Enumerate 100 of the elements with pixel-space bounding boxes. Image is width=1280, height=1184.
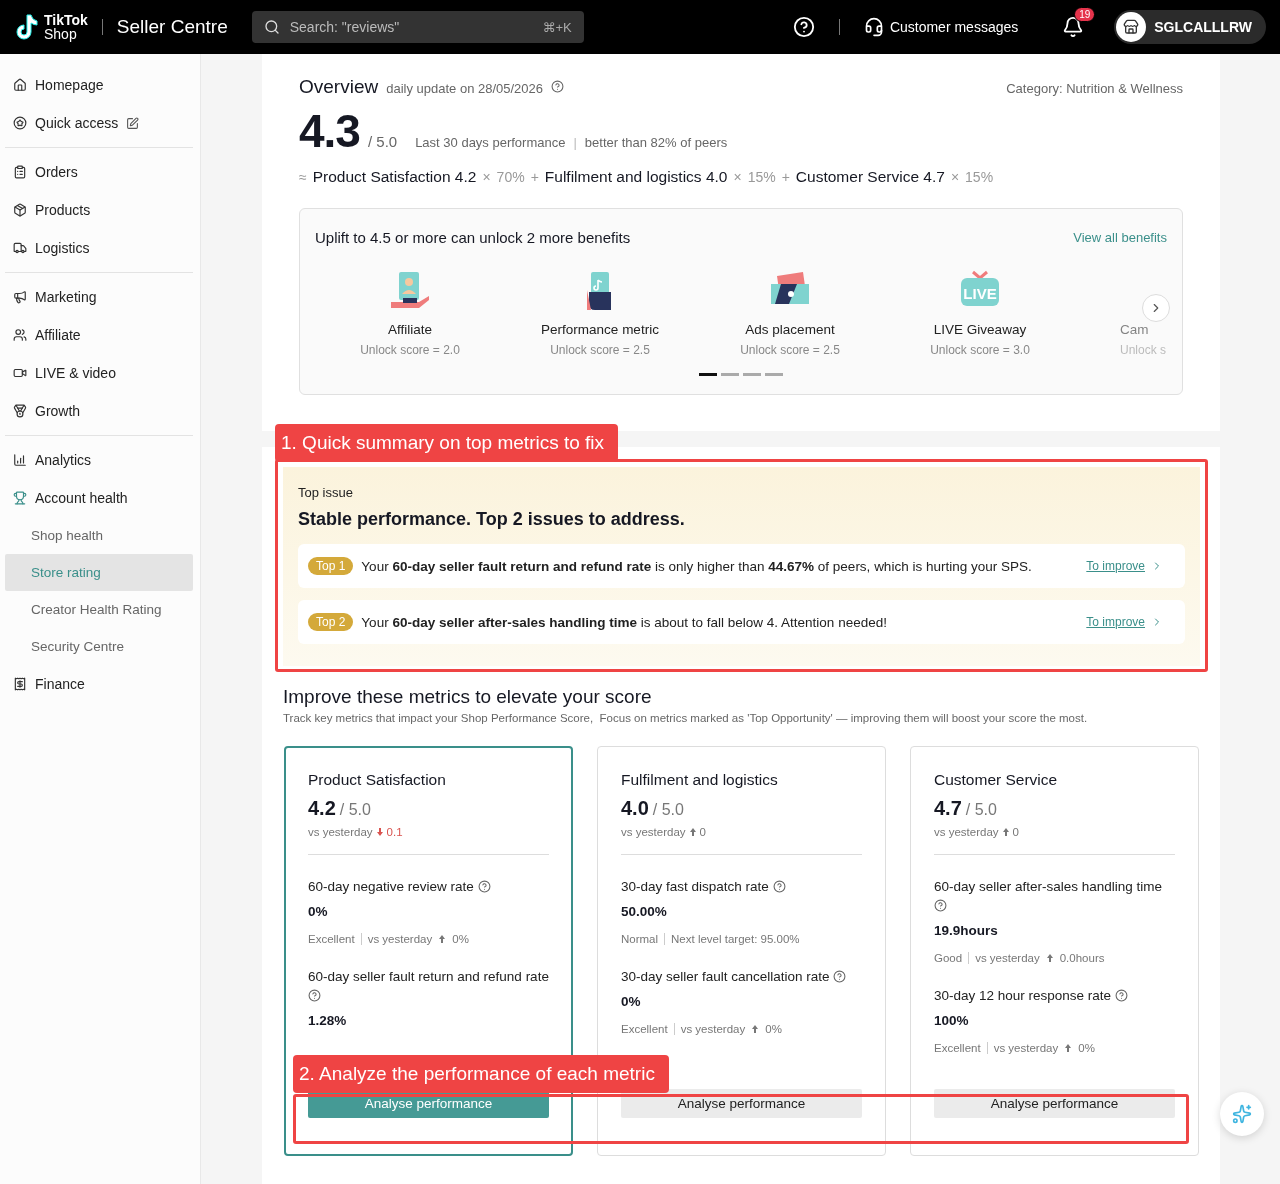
annotation-label: 2. Analyze the performance of each metric [293,1055,669,1093]
receipt-icon [13,677,27,691]
sidebar-item[interactable]: Logistics [5,229,193,267]
sidebar-item[interactable]: Quick access [5,104,193,142]
view-all-benefits-link[interactable]: View all benefits [1073,230,1167,245]
benefit-name: Ads placement [745,322,835,337]
metric-note: vs yesterday [367,933,433,945]
metric-change: 0.0hours [1059,952,1105,964]
metric-note: vs yesterday [975,952,1040,964]
metric-value: 50.00% [621,904,668,919]
brand-logo-text: TikTok Shop [44,13,88,41]
score-max: / 5.0 [965,801,997,819]
sidebar-item[interactable]: Orders [5,153,193,191]
annotation-label: 1. Quick summary on top metrics to fix [275,424,619,462]
sidebar-subitem[interactable]: Security Centre [5,628,193,665]
sidebar-subitem[interactable]: Shop health [5,517,193,554]
help-icon[interactable] [551,80,565,93]
score-change: 0 [699,826,706,838]
metric-note: vs yesterday [993,1042,1059,1054]
sidebar-item[interactable]: Marketing [5,278,193,316]
store-avatar [1116,12,1147,42]
metric-name: 30-day fast dispatch rate [621,877,862,896]
score-term: Customer Service 4.7 [795,168,945,186]
search-bar[interactable]: Search: "reviews" ⌘+K [251,11,584,43]
app-title: Seller Centre [116,16,228,38]
peer-comparison: better than 82% of peers [584,135,728,150]
account-button[interactable]: SGLCALLLRW [1114,10,1266,44]
help-icon[interactable] [477,880,491,893]
customer-messages-button[interactable]: Customer messages [863,17,1019,37]
overall-score: 4.3 [299,104,360,158]
help-button[interactable] [792,16,815,38]
music-note-logo-icon [14,13,40,41]
search-icon [263,19,280,35]
metric-card[interactable]: Customer Service 4.7 / 5.0 vs yesterday 0 60-day seller after-sales handling time 19.9hours Good vs yesterday 0.0hours 30-day 12 hour response rate 100% Excellent vs yesterday 0% Analyse performance [910,746,1199,1156]
sparkle-icon [1232,1104,1252,1124]
help-icon[interactable] [1114,989,1128,1002]
metric-note: Next level target: 95.00% [671,933,800,945]
score-max: / 5.0 [367,133,398,150]
up-arrow-icon [1001,828,1010,836]
help-icon[interactable] [308,989,321,1002]
card-title: Customer Service [934,771,1059,789]
medal-icon [13,404,27,418]
to-improve-link[interactable]: To improve [1086,559,1163,573]
metric-value: 0% [621,994,642,1009]
metric-change: 0% [765,1023,782,1035]
period-label: Last 30 days performance [415,135,566,150]
sidebar-item[interactable]: LIVE & video [5,354,193,392]
up-arrow-icon [751,1025,760,1033]
metric-status: Excellent [308,933,355,945]
metric-value: 19.9hours [934,923,999,938]
analyse-performance-button[interactable]: Analyse performance [621,1089,862,1118]
weight-label: 15% [747,169,776,185]
operator-symbol: × [482,169,491,185]
star-icon [13,116,27,130]
users-icon [13,328,27,342]
operator-symbol: + [781,169,790,185]
operator-symbol: + [530,169,539,185]
edit-icon[interactable] [126,116,140,130]
clipboard-icon [13,165,27,179]
down-arrow-icon [375,828,384,836]
metric-note: vs yesterday [680,1023,746,1035]
analyse-performance-button[interactable]: Analyse performance [934,1089,1175,1118]
operator-symbol: × [733,169,742,185]
metric-name: 60-day negative review rate [308,877,549,896]
help-icon[interactable] [772,880,786,893]
help-icon[interactable] [833,970,847,983]
sidebar-item[interactable]: Finance [5,665,193,703]
issue-headline: Stable performance. Top 2 issues to address. [298,509,686,530]
overview-title: Overview [299,76,379,98]
unlock-score: Unlock s [1120,343,1166,357]
score-change: 0 [1012,826,1019,838]
help-icon[interactable] [934,899,947,912]
unlock-score: Unlock score = 2.5 [550,343,650,357]
metric-status: Excellent [934,1042,981,1054]
update-note: daily update on 28/05/2026 [386,81,544,96]
metric-value: 0% [308,904,329,919]
up-arrow-icon [1045,954,1054,962]
sidebar-item[interactable]: Growth [5,392,193,430]
metric-status: Good [934,952,963,964]
score-max: / 5.0 [339,801,371,819]
sidebar-subitem[interactable]: Creator Health Rating [5,591,193,628]
sidebar-item[interactable]: Account health [5,479,193,517]
video-icon [13,366,27,380]
section-title: Improve these metrics to elevate your score [283,686,653,708]
sidebar-item[interactable]: Affiliate [5,316,193,354]
category-label: Category: Nutrition & Wellness [1006,81,1183,96]
metric-change: 0% [1078,1042,1095,1054]
card-title: Product Satisfaction [308,771,447,789]
card-score: 4.0 [621,797,649,820]
chart-icon [13,453,27,467]
sidebar-item[interactable]: Homepage [5,66,193,104]
sidebar-item[interactable]: Analytics [5,441,193,479]
card-score: 4.7 [934,797,962,820]
metric-name: 30-day seller fault cancellation rate [621,967,862,986]
unlock-score: Unlock score = 2.0 [360,343,460,357]
notifications-button[interactable] [1062,16,1085,38]
search-input[interactable]: Search: "reviews" [287,18,535,36]
sidebar-item[interactable]: Products [5,191,193,229]
to-improve-link[interactable]: To improve [1086,615,1163,629]
megaphone-icon [13,290,27,304]
